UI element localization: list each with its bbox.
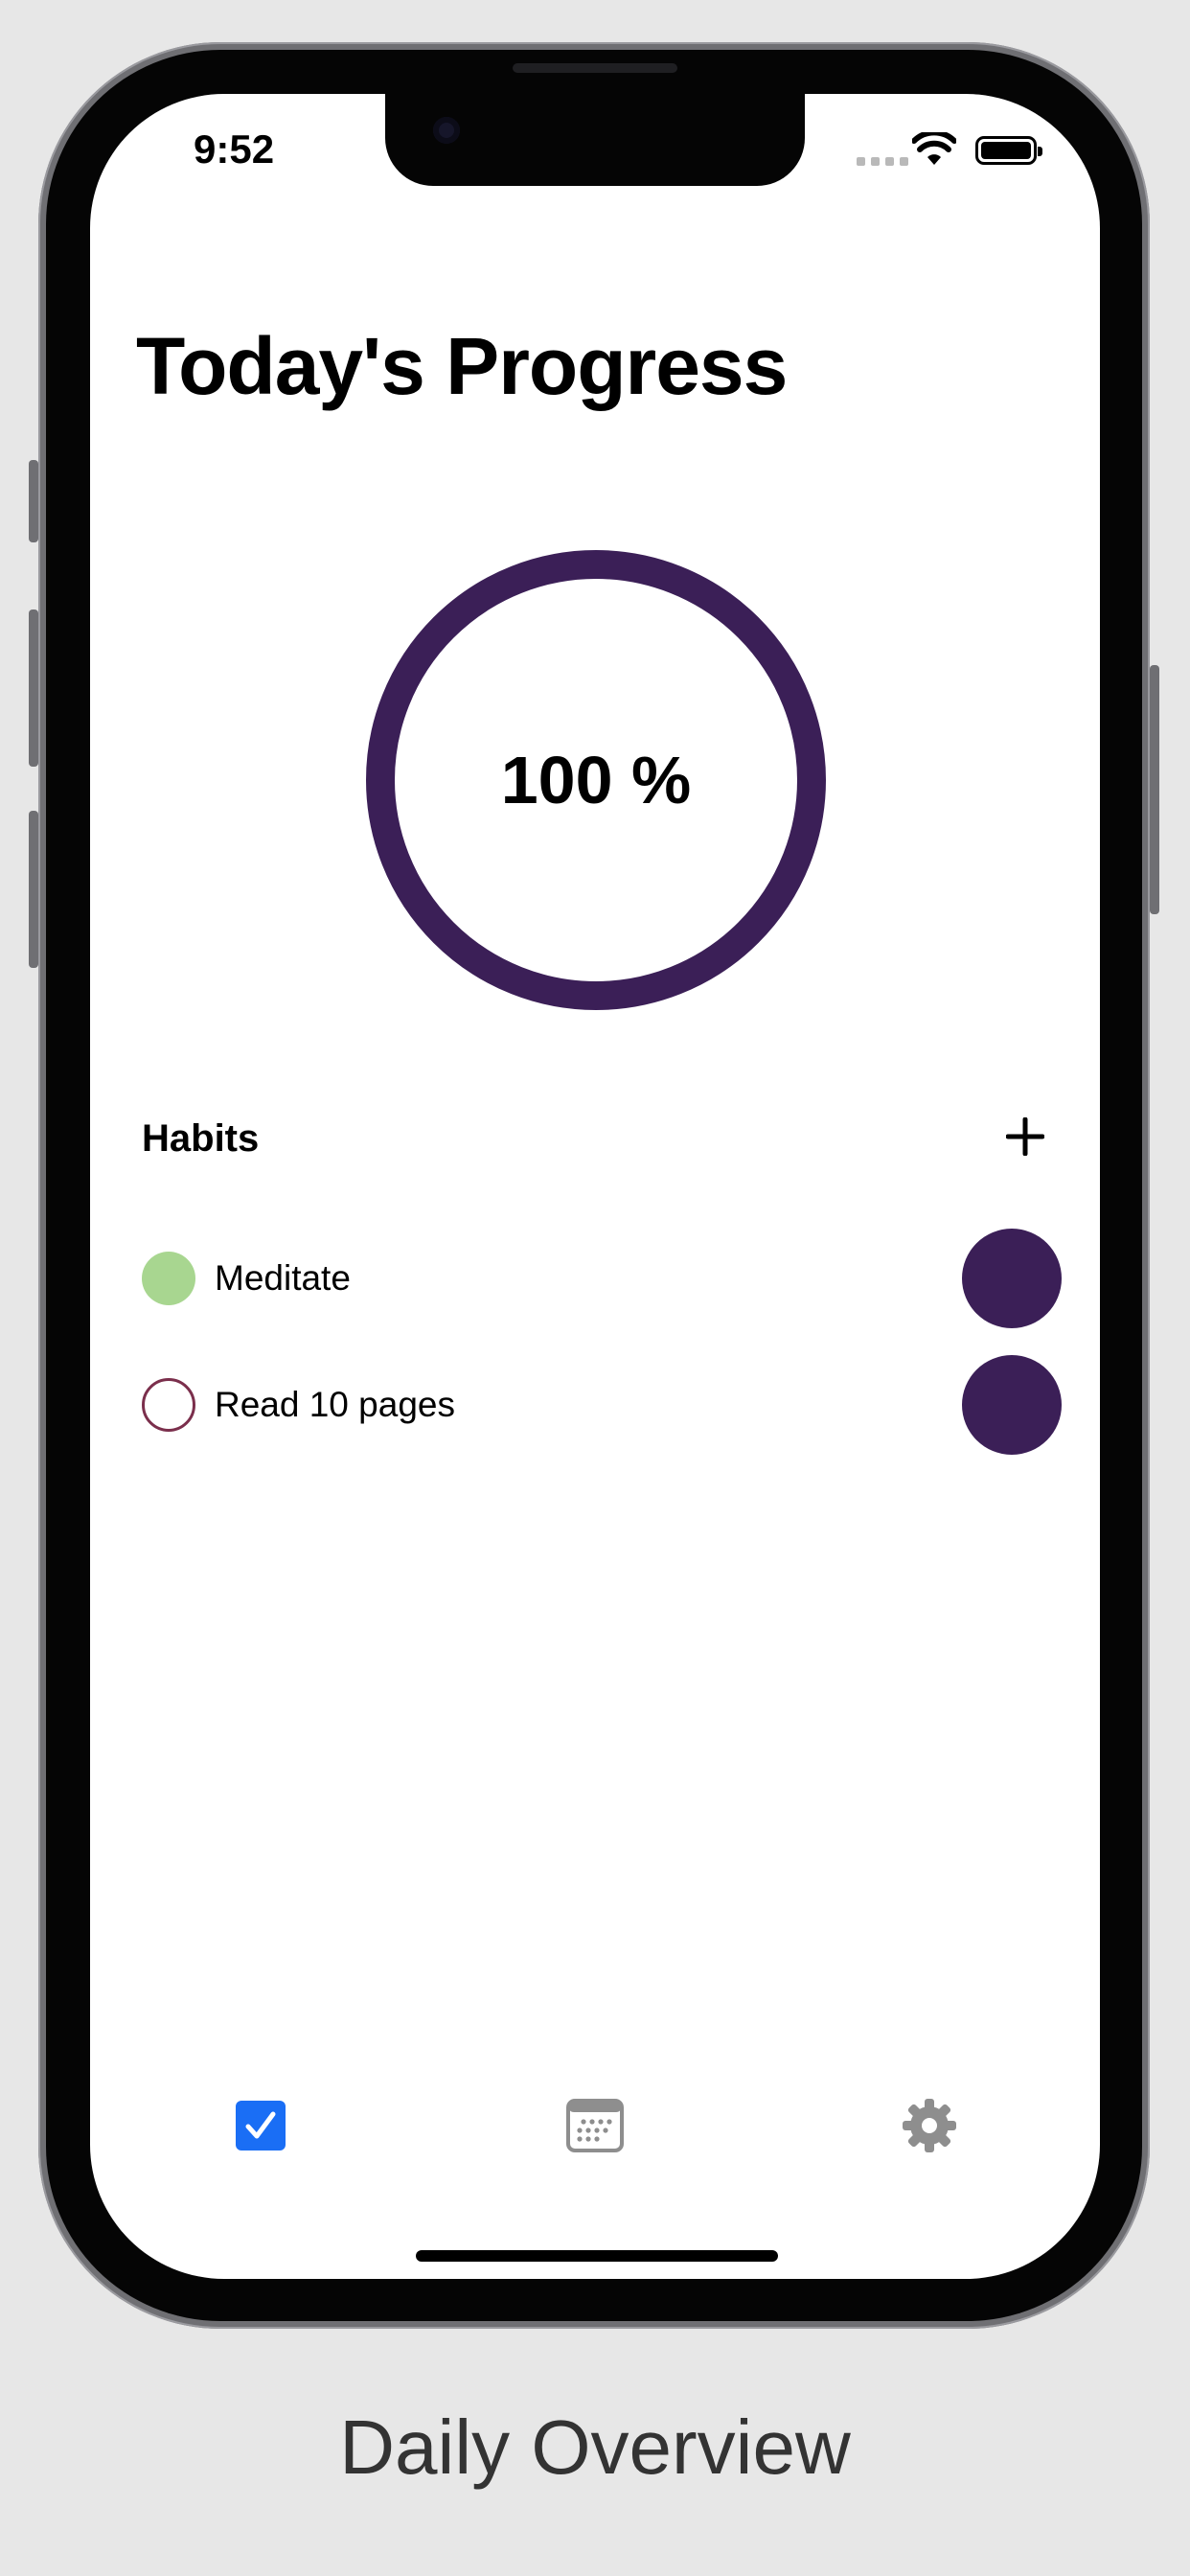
add-habit-button[interactable] bbox=[996, 1108, 1054, 1165]
tab-settings[interactable] bbox=[901, 2097, 958, 2154]
device-volume-down bbox=[29, 811, 38, 968]
home-indicator bbox=[416, 2250, 778, 2262]
tab-today[interactable] bbox=[232, 2097, 289, 2154]
status-time: 9:52 bbox=[194, 126, 275, 172]
page-title: Today's Progress bbox=[136, 321, 788, 411]
habits-section-title: Habits bbox=[142, 1117, 260, 1160]
gear-icon bbox=[903, 2099, 956, 2152]
cellular-signal-icon bbox=[857, 157, 908, 166]
notch bbox=[385, 94, 805, 186]
habit-row[interactable]: Meditate bbox=[142, 1229, 1062, 1328]
wifi-icon bbox=[912, 132, 956, 165]
battery-icon bbox=[975, 136, 1042, 165]
app-screen: 9:52 Today's Progress 100 % Habits Medit… bbox=[90, 94, 1100, 2279]
habit-completed-indicator bbox=[142, 1252, 195, 1305]
habit-name: Read 10 pages bbox=[215, 1385, 455, 1424]
device-volume-up bbox=[29, 610, 38, 767]
device-silent-switch bbox=[29, 460, 38, 542]
tab-calendar[interactable] bbox=[566, 2097, 624, 2154]
checkbox-icon bbox=[236, 2101, 286, 2150]
habit-name: Meditate bbox=[215, 1258, 351, 1298]
habit-complete-button[interactable] bbox=[962, 1229, 1062, 1328]
device-speaker bbox=[513, 63, 677, 73]
screenshot-caption: Daily Overview bbox=[339, 2404, 851, 2490]
camera-icon bbox=[433, 117, 460, 144]
device-power-button bbox=[1150, 665, 1159, 914]
habit-complete-button[interactable] bbox=[962, 1355, 1062, 1455]
progress-percentage: 100 % bbox=[500, 743, 692, 817]
calendar-icon bbox=[566, 2099, 624, 2152]
progress-ring: 100 % bbox=[366, 550, 826, 1010]
habit-row[interactable]: Read 10 pages bbox=[142, 1355, 1062, 1455]
habit-incomplete-indicator bbox=[142, 1378, 195, 1432]
plus-icon bbox=[1006, 1117, 1044, 1156]
marketing-stage: 9:52 Today's Progress 100 % Habits Medit… bbox=[0, 0, 1190, 2576]
